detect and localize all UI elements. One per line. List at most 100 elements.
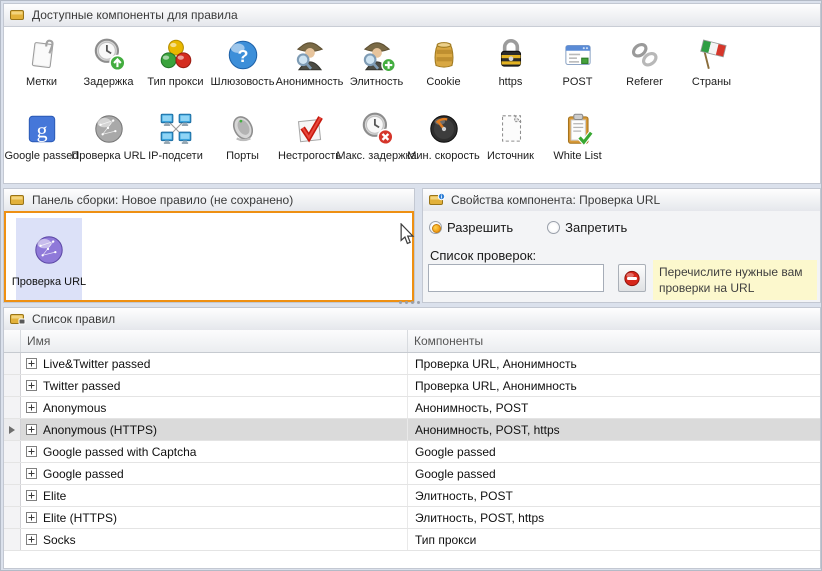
red-check-icon: [290, 109, 330, 149]
properties-panel-title: Свойства компонента: Проверка URL: [451, 193, 660, 207]
component-item-subnet[interactable]: IP-подсети: [142, 109, 209, 183]
component-label: Метки: [26, 76, 57, 88]
component-label: IP-подсети: [148, 150, 203, 162]
rule-name: Anonymous (HTTPS): [43, 423, 157, 437]
assembly-drop-area[interactable]: Проверка URL: [4, 211, 414, 302]
component-item-sphere-gray[interactable]: Проверка URL: [75, 109, 142, 183]
rule-name-cell: Socks: [21, 529, 408, 550]
table-row[interactable]: Twitter passedПроверка URL, Анонимность: [4, 375, 820, 397]
component-item-cookie-jar[interactable]: Cookie: [410, 35, 477, 109]
horizontal-splitter-grip[interactable]: [399, 301, 420, 304]
radio-allow-label: Разрешить: [447, 220, 513, 235]
expand-plus-icon[interactable]: [26, 446, 37, 457]
component-item-clock-x[interactable]: Макс. задержка: [343, 109, 410, 183]
table-row[interactable]: AnonymousАнонимность, POST: [4, 397, 820, 419]
row-selector-cell: [4, 485, 21, 506]
component-item-port[interactable]: Порты: [209, 109, 276, 183]
component-label: Источник: [487, 150, 534, 162]
flag-icon: [692, 35, 732, 75]
radio-deny-icon[interactable]: [547, 221, 560, 234]
vertical-splitter[interactable]: [415, 188, 422, 303]
expand-plus-icon[interactable]: [26, 424, 37, 435]
expand-plus-icon[interactable]: [26, 358, 37, 369]
component-item-balls[interactable]: Тип прокси: [142, 35, 209, 109]
subnet-icon: [156, 109, 196, 149]
svg-text:g: g: [36, 117, 47, 142]
component-item-form-post[interactable]: POST: [544, 35, 611, 109]
hint-tooltip: Перечислите нужные вам проверки на URL: [653, 260, 817, 300]
component-label: Задержка: [84, 76, 134, 88]
component-item-chain[interactable]: Referer: [611, 35, 678, 109]
component-item-clock-up[interactable]: Задержка: [75, 35, 142, 109]
radio-deny[interactable]: Запретить: [547, 220, 627, 235]
component-item-clipboard-check[interactable]: White List: [544, 109, 611, 183]
component-item-dashed-sheet[interactable]: Источник: [477, 109, 544, 183]
assembly-item-url-check[interactable]: Проверка URL: [16, 218, 82, 300]
rule-name-cell: Elite (HTTPS): [21, 507, 408, 528]
checks-list-label: Список проверок:: [430, 248, 536, 263]
rule-name: Twitter passed: [43, 379, 120, 393]
current-row-arrow-icon: [9, 426, 15, 434]
column-header-name[interactable]: Имя: [21, 330, 408, 352]
blue-question-icon: ?: [223, 35, 263, 75]
expand-plus-icon[interactable]: [26, 512, 37, 523]
panel-component-properties: i Свойства компонента: Проверка URL Разр…: [422, 188, 821, 303]
rule-name-cell: Anonymous (HTTPS): [21, 419, 408, 440]
component-label: Тип прокси: [147, 76, 203, 88]
table-row[interactable]: Google passed with CaptchaGoogle passed: [4, 441, 820, 463]
chain-icon: [625, 35, 665, 75]
expand-plus-icon[interactable]: [26, 490, 37, 501]
rule-name: Elite (HTTPS): [43, 511, 117, 525]
row-selector-cell: [4, 375, 21, 396]
row-selector-cell: [4, 441, 21, 462]
component-item-blue-question[interactable]: ?Шлюзовость: [209, 35, 276, 109]
table-row[interactable]: Live&Twitter passedПроверка URL, Анонимн…: [4, 353, 820, 375]
rule-name-cell: Twitter passed: [21, 375, 408, 396]
component-item-google[interactable]: gGoogle passed: [8, 109, 75, 183]
rule-name-cell: Google passed with Captcha: [21, 441, 408, 462]
component-label: Мин. скорость: [407, 150, 480, 162]
component-item-padlock[interactable]: https: [477, 35, 544, 109]
expand-plus-icon[interactable]: [26, 380, 37, 391]
component-item-spy[interactable]: Анонимность: [276, 35, 343, 109]
rule-name: Anonymous: [43, 401, 106, 415]
column-header-components[interactable]: Компоненты: [408, 330, 820, 352]
radio-deny-label: Запретить: [565, 220, 627, 235]
spy-plus-icon: [357, 35, 397, 75]
component-item-spy-plus[interactable]: Элитность: [343, 35, 410, 109]
component-label: Анонимность: [276, 76, 344, 88]
svg-text:?: ?: [237, 46, 248, 66]
component-item-gauge[interactable]: Мин. скорость: [410, 109, 477, 183]
port-icon: [223, 109, 263, 149]
rule-name-cell: Anonymous: [21, 397, 408, 418]
component-label: POST: [563, 76, 593, 88]
table-row[interactable]: Anonymous (HTTPS)Анонимность, POST, http…: [4, 419, 820, 441]
expand-plus-icon[interactable]: [26, 402, 37, 413]
table-row[interactable]: EliteЭлитность, POST: [4, 485, 820, 507]
rule-name: Elite: [43, 489, 66, 503]
cookie-jar-icon: [424, 35, 464, 75]
component-box-icon: [10, 8, 26, 22]
component-label: Страны: [692, 76, 731, 88]
expand-plus-icon[interactable]: [26, 468, 37, 479]
table-row[interactable]: Elite (HTTPS) Элитность, POST, https: [4, 507, 820, 529]
table-row[interactable]: Google passedGoogle passed: [4, 463, 820, 485]
row-selector-cell: [4, 463, 21, 484]
component-item-flag[interactable]: Страны: [678, 35, 745, 109]
clock-up-icon: [89, 35, 129, 75]
expand-plus-icon[interactable]: [26, 534, 37, 545]
rule-components-cell: Тип прокси: [408, 529, 820, 550]
checks-list-input[interactable]: [428, 264, 604, 292]
clipboard-check-icon: [558, 109, 598, 149]
panel-available-components: Доступные компоненты для правила МеткиЗа…: [3, 3, 821, 184]
component-item-red-check[interactable]: Нестрогость: [276, 109, 343, 183]
radio-allow[interactable]: Разрешить: [429, 220, 513, 235]
rule-name: Socks: [43, 533, 76, 547]
table-row[interactable]: Socks Тип прокси: [4, 529, 820, 551]
rule-components-cell: Элитность, POST, https: [408, 507, 820, 528]
radio-allow-icon[interactable]: [429, 221, 442, 234]
component-item-notes[interactable]: Метки: [8, 35, 75, 109]
remove-check-button[interactable]: [618, 264, 646, 292]
component-label: Порты: [226, 150, 259, 162]
assembly-box-icon: [10, 193, 26, 207]
